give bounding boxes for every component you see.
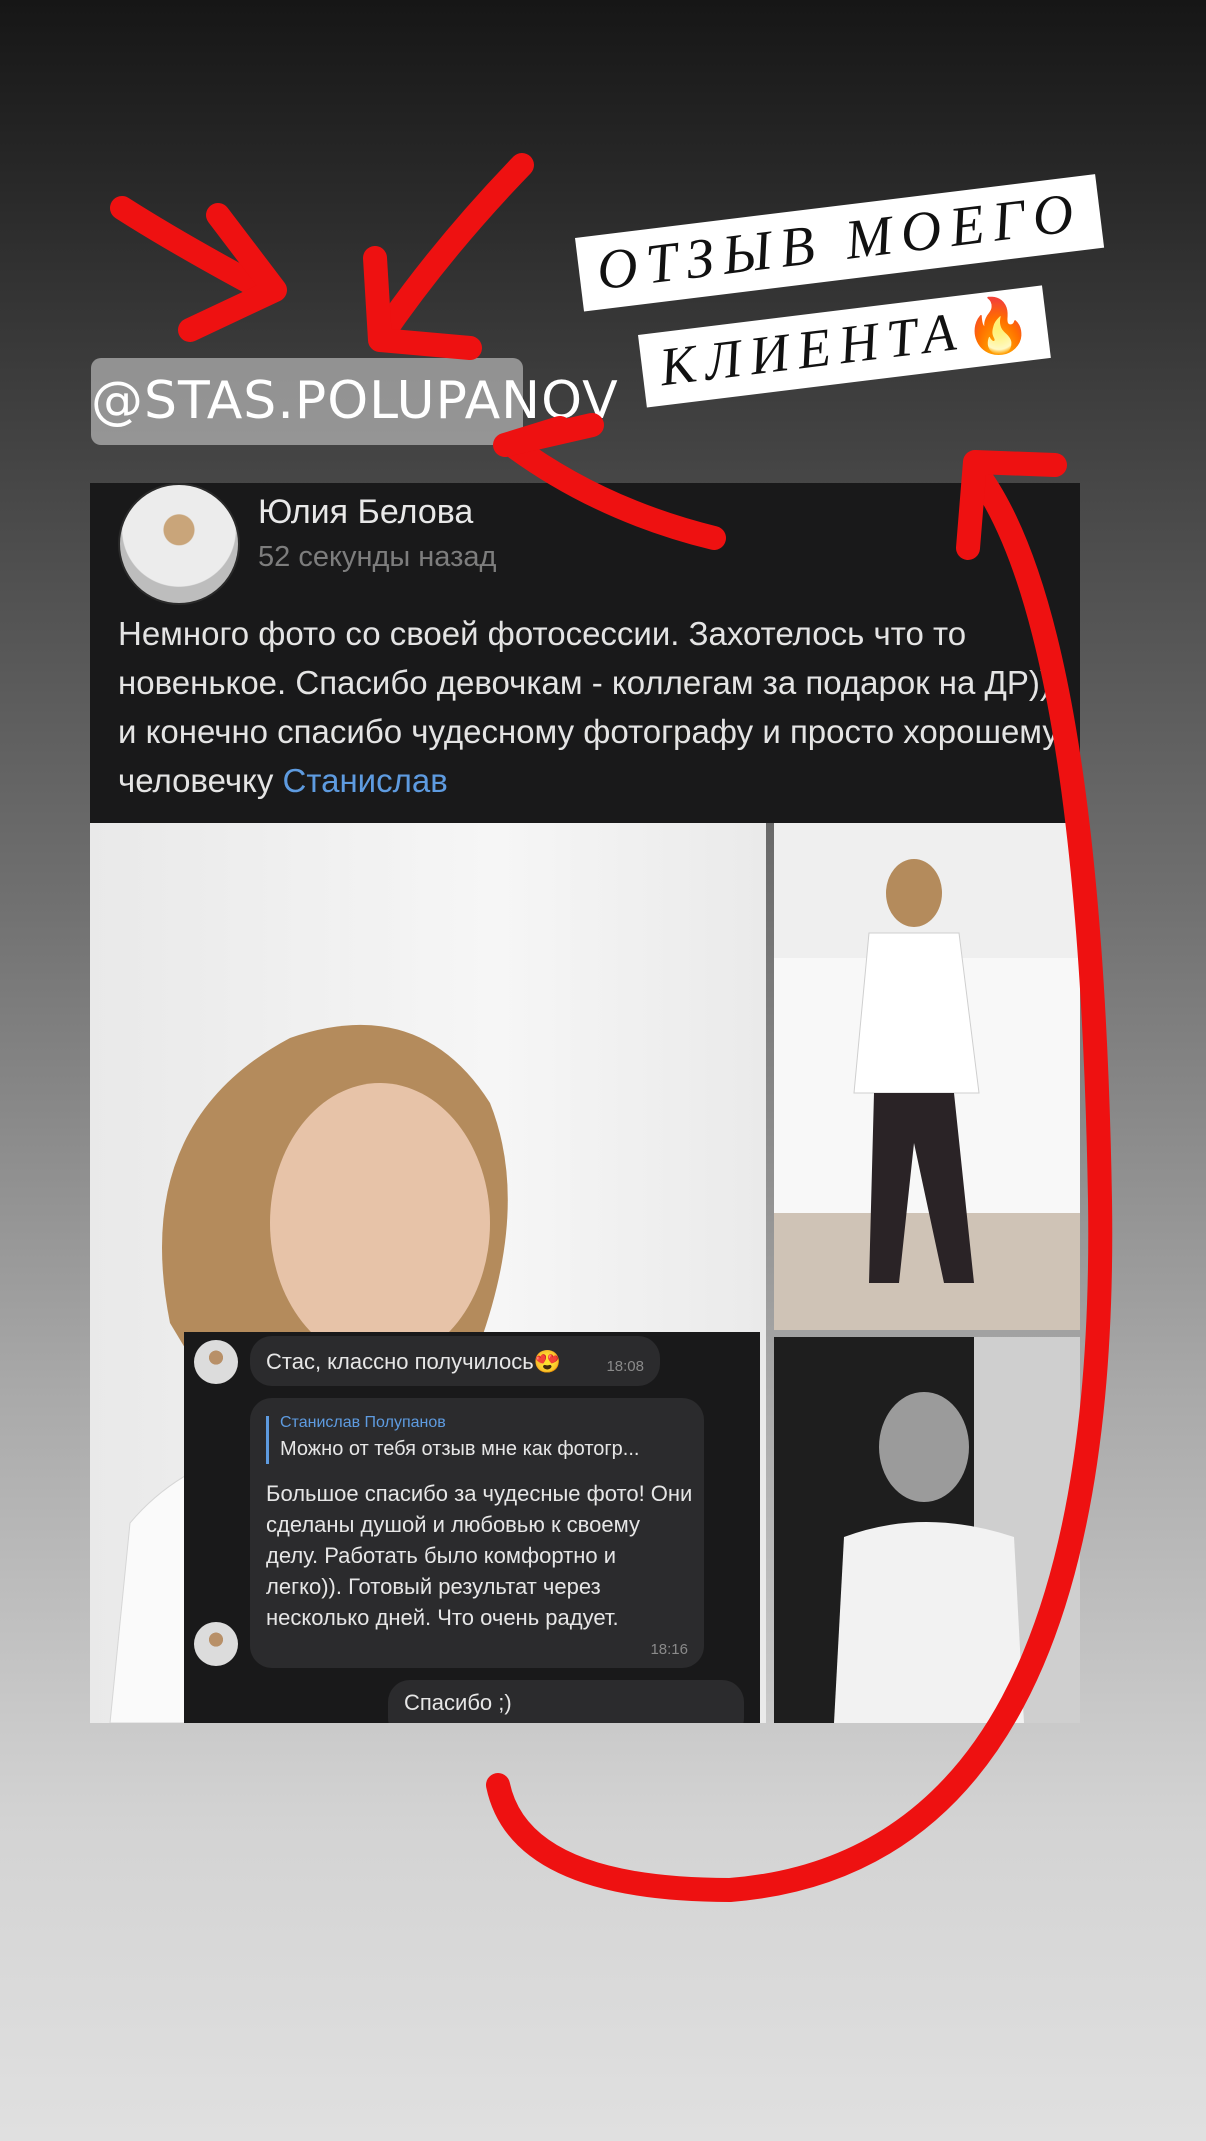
arrow-icon bbox=[368, 153, 534, 350]
arrow-icon bbox=[486, 458, 1113, 1902]
arrow-drawings bbox=[110, 153, 1113, 1902]
arrow-head-icon bbox=[493, 413, 604, 457]
arrow-icon bbox=[500, 433, 726, 550]
